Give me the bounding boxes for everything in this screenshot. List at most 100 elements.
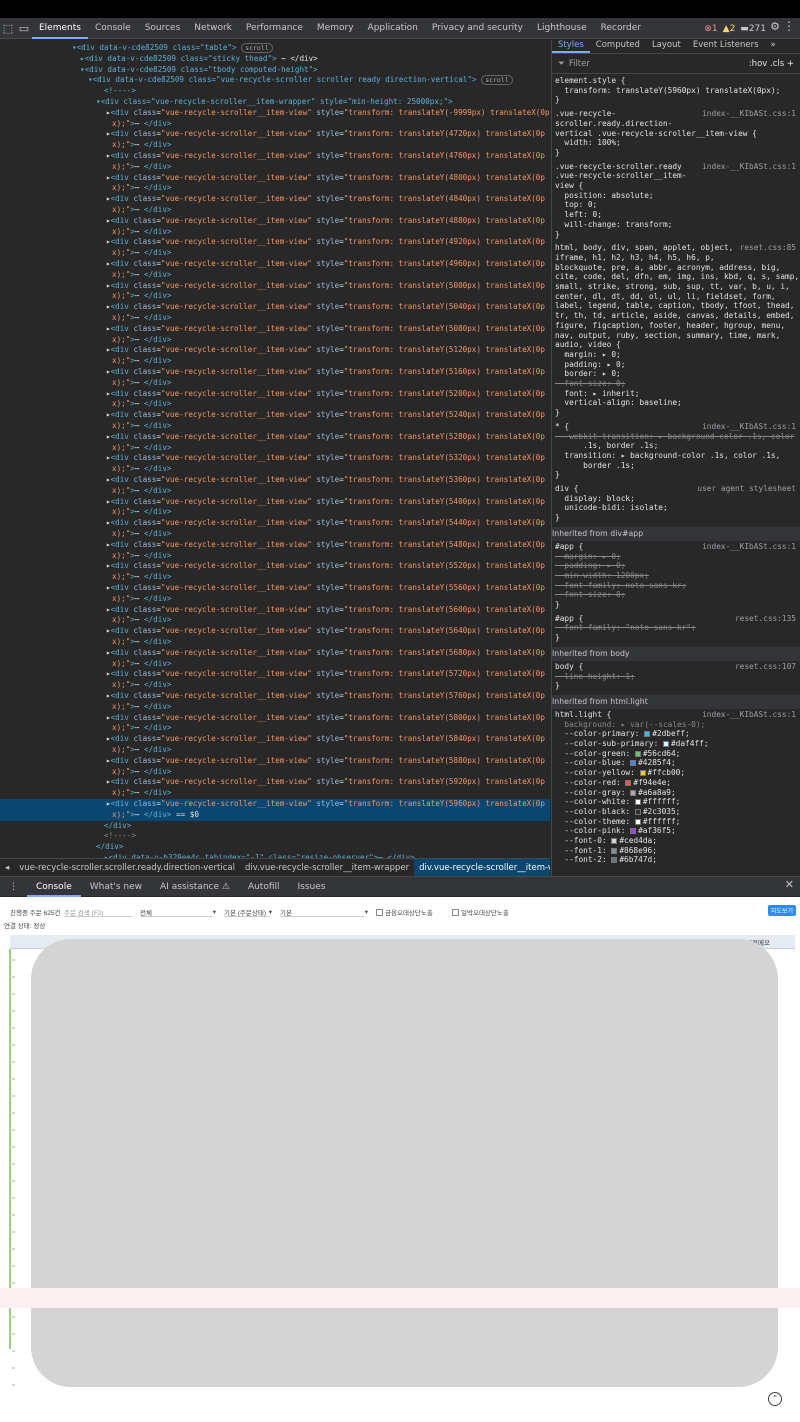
- tab-recorder[interactable]: Recorder: [594, 18, 648, 39]
- drawer-tab-whats-new[interactable]: What's new: [81, 877, 151, 897]
- tab-lighthouse[interactable]: Lighthouse: [530, 18, 594, 39]
- view-select[interactable]: 기본 ▾: [280, 907, 368, 917]
- css-rule-app-font[interactable]: #app { font-family: "noto sans kr"; } res…: [555, 614, 799, 643]
- breadcrumb-wrapper[interactable]: div.vue-recycle-scroller__item-wrapper: [240, 863, 414, 873]
- dom-node-close[interactable]: x);">⋯ </div>: [0, 335, 550, 346]
- checkbox-finance-top[interactable]: 금융오데상단노출: [376, 907, 433, 917]
- element-style-rule[interactable]: element.style { transform: translateY(59…: [555, 76, 799, 105]
- stylesheet-link[interactable]: index-__KIbASt.css:1: [702, 710, 796, 720]
- dom-node-close[interactable]: x);">⋯ </div>: [0, 162, 550, 173]
- tab-styles[interactable]: Styles: [552, 40, 590, 53]
- dom-node-item-view[interactable]: ▸<div class="vue-recycle-scroller__item-…: [0, 345, 550, 356]
- dom-node-close[interactable]: x);">⋯ </div>: [0, 702, 550, 713]
- dom-node-close[interactable]: x);">⋯ </div>: [0, 248, 550, 259]
- drawer-menu-icon[interactable]: ⋮: [0, 877, 27, 897]
- css-rule-user-agent-div[interactable]: div { display: block; unicode-bidi: isol…: [555, 484, 799, 523]
- dom-node[interactable]: ▾<div data-v-cde82509 class="vue-recycle…: [0, 75, 550, 86]
- dom-node-close[interactable]: x);">⋯ </div>: [0, 291, 550, 302]
- dom-node-item-view[interactable]: ▸<div class="vue-recycle-scroller__item-…: [0, 216, 550, 227]
- dom-node-item-view[interactable]: ▸<div class="vue-recycle-scroller__item-…: [0, 151, 550, 162]
- dom-node-close[interactable]: x);">⋯ </div>: [0, 767, 550, 778]
- inspect-element-icon[interactable]: ⬚: [0, 20, 16, 36]
- dom-node-item-view[interactable]: ▸<div class="vue-recycle-scroller__item-…: [0, 756, 550, 767]
- dom-node-item-view[interactable]: ▸<div class="vue-recycle-scroller__item-…: [0, 173, 550, 184]
- close-drawer-icon[interactable]: ✕: [785, 878, 794, 891]
- issue-counters[interactable]: ⊗1 ▲2 ▬271: [704, 18, 766, 39]
- dom-node[interactable]: ▾<div data-v-cde82509 class="tbody compu…: [0, 65, 550, 76]
- dom-node-close[interactable]: x);">⋯ </div>: [0, 443, 550, 454]
- dom-node-close[interactable]: x);">⋯ </div>: [0, 507, 550, 518]
- dom-node-item-view[interactable]: ▸<div class="vue-recycle-scroller__item-…: [0, 129, 550, 140]
- dom-node-close[interactable]: x);">⋯ </div>: [0, 140, 550, 151]
- dom-node-item-view[interactable]: ▸<div class="vue-recycle-scroller__item-…: [0, 691, 550, 702]
- dom-node-close[interactable]: x);">⋯ </div>: [0, 680, 550, 691]
- dom-node-close[interactable]: x);">⋯ </div>: [0, 119, 550, 130]
- breadcrumb-item-view[interactable]: div.vue-recycle-scroller__item-view: [414, 859, 550, 876]
- tab-event-listeners[interactable]: Event Listeners: [687, 40, 765, 53]
- dom-node[interactable]: ▾<div data-v-cde82509 class="table"> scr…: [0, 43, 550, 54]
- css-rule-transition[interactable]: * { -webkit-transition: ▸ background-col…: [555, 422, 799, 480]
- dom-node-item-view[interactable]: ▸<div class="vue-recycle-scroller__item-…: [0, 734, 550, 745]
- dom-node-item-view[interactable]: ▸<div class="vue-recycle-scroller__item-…: [0, 518, 550, 529]
- tab-layout[interactable]: Layout: [646, 40, 687, 53]
- dom-node-item-view[interactable]: ▸<div class="vue-recycle-scroller__item-…: [0, 410, 550, 421]
- breadcrumb[interactable]: ◂ vue-recycle-scroller.scroller.ready.di…: [0, 858, 550, 876]
- status-select[interactable]: 전체 ▾: [140, 907, 216, 917]
- dom-node-close[interactable]: x);">⋯ </div>: [0, 270, 550, 281]
- tab-console[interactable]: Console: [88, 18, 138, 39]
- dom-node-item-view[interactable]: ▸<div class="vue-recycle-scroller__item-…: [0, 237, 550, 248]
- stylesheet-link[interactable]: index-__KIbASt.css:1: [702, 422, 796, 432]
- tab-memory[interactable]: Memory: [310, 18, 361, 39]
- dom-node-close[interactable]: x);">⋯ </div>: [0, 551, 550, 562]
- css-rule-app[interactable]: #app { margin: ▸ 0; padding: ▸ 0; min-wi…: [555, 542, 799, 610]
- dom-node-close[interactable]: x);">⋯ </div>: [0, 529, 550, 540]
- dom-node[interactable]: <!---->: [0, 86, 550, 97]
- dom-node-item-view[interactable]: ▸<div class="vue-recycle-scroller__item-…: [0, 777, 550, 788]
- dom-node-close[interactable]: x);">⋯ </div>: [0, 464, 550, 475]
- map-view-button[interactable]: 지도보기: [767, 905, 796, 916]
- dom-node-item-view[interactable]: ▸<div class="vue-recycle-scroller__item-…: [0, 324, 550, 335]
- dom-node-item-view[interactable]: ▸<div class="vue-recycle-scroller__item-…: [0, 713, 550, 724]
- dom-node-close[interactable]: x);">⋯ </div> == $0: [0, 809, 550, 821]
- dom-node-close[interactable]: x);">⋯ </div>: [0, 313, 550, 324]
- dom-node-item-view[interactable]: ▸<div class="vue-recycle-scroller__item-…: [0, 108, 550, 119]
- dom-node-close[interactable]: x);">⋯ </div>: [0, 227, 550, 238]
- dom-node-item-view[interactable]: ▸<div class="vue-recycle-scroller__item-…: [0, 367, 550, 378]
- dom-node-close[interactable]: x);">⋯ </div>: [0, 378, 550, 389]
- css-rule-item-view-width[interactable]: .vue-recycle- scroller.ready.direction- …: [555, 109, 799, 158]
- dom-node-close[interactable]: x);">⋯ </div>: [0, 399, 550, 410]
- stylesheet-link[interactable]: index-__KIbASt.css:1: [702, 109, 796, 119]
- stylesheet-link[interactable]: reset.css:85: [740, 243, 796, 253]
- stylesheet-link[interactable]: index-__KIbASt.css:1: [702, 542, 796, 552]
- dom-node-close[interactable]: x);">⋯ </div>: [0, 594, 550, 605]
- tab-sources[interactable]: Sources: [138, 18, 188, 39]
- dom-node-close[interactable]: x);">⋯ </div>: [0, 745, 550, 756]
- dom-node[interactable]: <!---->: [0, 831, 550, 842]
- dom-node-close[interactable]: x);">⋯ </div>: [0, 637, 550, 648]
- tab-network[interactable]: Network: [187, 18, 239, 39]
- dom-node-item-view[interactable]: ▸<div class="vue-recycle-scroller__item-…: [0, 497, 550, 508]
- dom-node-close[interactable]: x);">⋯ </div>: [0, 572, 550, 583]
- stylesheet-link[interactable]: index-__KIbASt.css:1: [702, 162, 796, 172]
- stylesheet-link[interactable]: reset.css:135: [735, 614, 796, 624]
- css-rule-html-light[interactable]: html.light { background: ▸ var(--scales-…: [555, 710, 799, 865]
- dom-node-item-view[interactable]: ▸<div class="vue-recycle-scroller__item-…: [0, 583, 550, 594]
- dom-node-item-view[interactable]: ▸<div class="vue-recycle-scroller__item-…: [0, 626, 550, 637]
- settings-gear-icon[interactable]: ⚙: [770, 20, 780, 33]
- filter-input[interactable]: Filter: [569, 59, 749, 69]
- sort-select[interactable]: 기본 (주문상태) ▾: [224, 907, 272, 917]
- tab-privacy[interactable]: Privacy and security: [425, 18, 530, 39]
- dom-node[interactable]: ▸<div data-v-cde82509 class="sticky thea…: [0, 54, 550, 65]
- dom-node-close[interactable]: x);">⋯ </div>: [0, 421, 550, 432]
- drawer-tab-issues[interactable]: Issues: [289, 877, 335, 897]
- dom-node-item-wrapper[interactable]: ▾<div class="vue-recycle-scroller__item-…: [0, 97, 550, 108]
- dom-node-item-view[interactable]: ▸<div class="vue-recycle-scroller__item-…: [0, 605, 550, 616]
- dom-node-selected[interactable]: ▸<div class="vue-recycle-scroller__item-…: [0, 799, 550, 810]
- dom-node-item-view[interactable]: ▸<div class="vue-recycle-scroller__item-…: [0, 389, 550, 400]
- more-tabs-icon[interactable]: »: [765, 40, 782, 53]
- css-rule-item-view[interactable]: .vue-recycle-scroller.ready .vue-recycle…: [555, 162, 799, 240]
- tab-application[interactable]: Application: [361, 18, 425, 39]
- stylesheet-link[interactable]: user agent stylesheet: [697, 484, 796, 494]
- more-menu-icon[interactable]: ⋮: [783, 19, 795, 33]
- dom-node-close[interactable]: x);">⋯ </div>: [0, 486, 550, 497]
